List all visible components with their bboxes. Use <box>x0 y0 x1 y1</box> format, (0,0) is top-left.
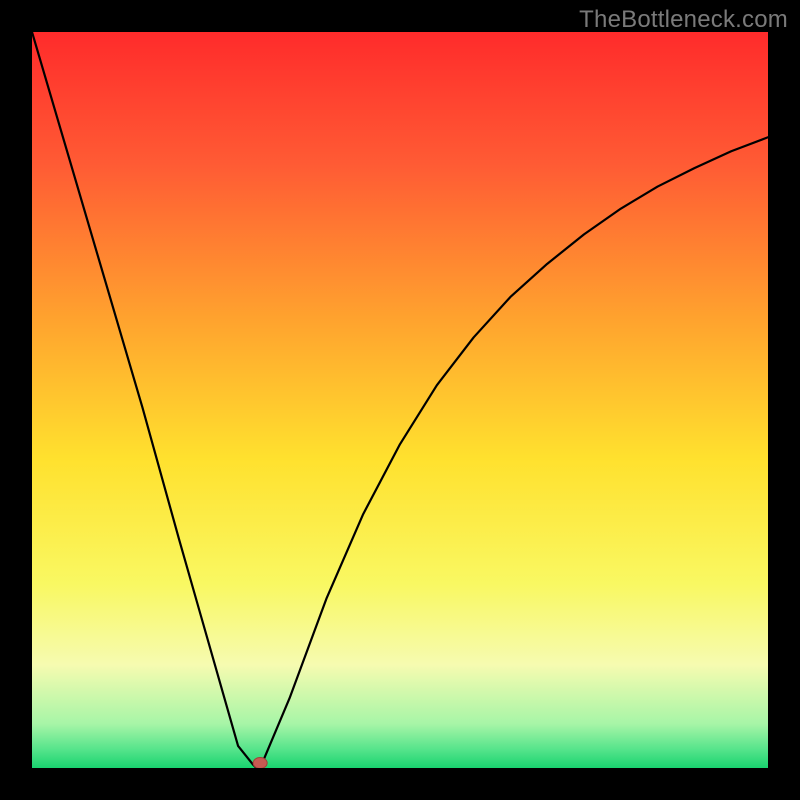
min-marker <box>253 758 267 769</box>
chart-svg <box>32 32 768 768</box>
chart-frame: TheBottleneck.com <box>0 0 800 800</box>
watermark-text: TheBottleneck.com <box>579 6 788 34</box>
gradient-background <box>32 32 768 768</box>
plot-area <box>32 32 768 768</box>
